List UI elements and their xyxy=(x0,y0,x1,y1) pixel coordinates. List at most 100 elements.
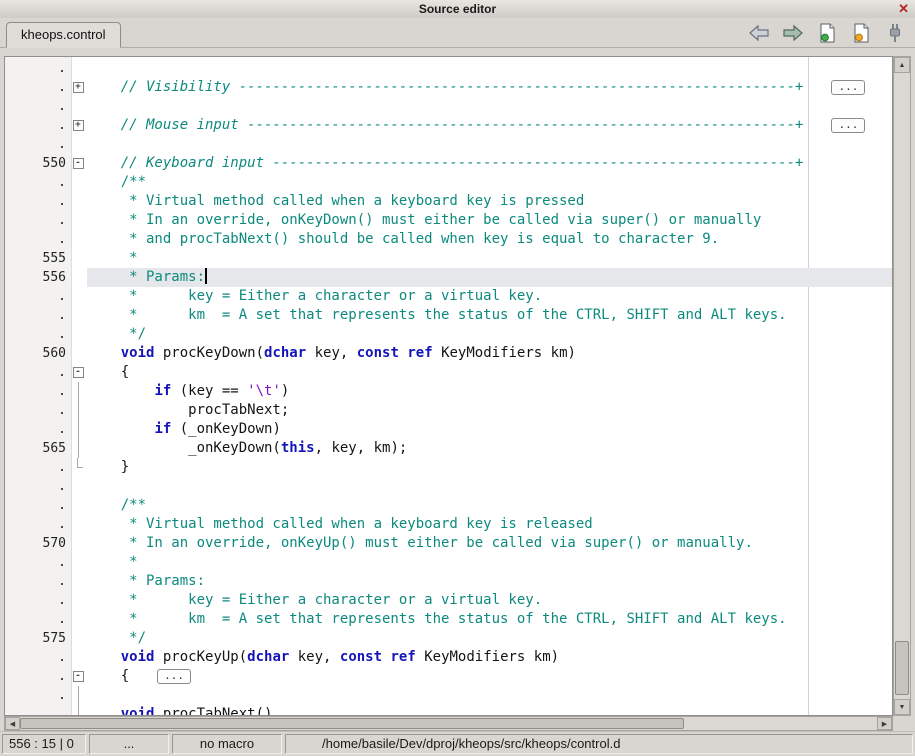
tab-kheops-control[interactable]: kheops.control xyxy=(6,22,121,48)
scroll-up-button[interactable]: ▲ xyxy=(894,57,910,73)
code-line[interactable]: 555 * xyxy=(5,249,892,268)
line-number: . xyxy=(5,648,69,667)
code-line[interactable]: . void procTabNext() xyxy=(5,705,892,716)
detach-editor-button[interactable] xyxy=(883,21,907,45)
save-file-button[interactable] xyxy=(815,21,839,45)
code-line[interactable]: . xyxy=(5,135,892,154)
code-line[interactable]: 565 _onKeyDown(this, key, km); xyxy=(5,439,892,458)
code-line[interactable]: . * key = Either a character or a virtua… xyxy=(5,591,892,610)
code-text: * In an override, onKeyDown() must eithe… xyxy=(87,211,892,230)
fold-margin xyxy=(69,705,87,716)
scroll-down-button[interactable]: ▼ xyxy=(894,699,910,715)
line-number: 565 xyxy=(5,439,69,458)
fold-margin xyxy=(69,97,87,116)
code-text: procTabNext; xyxy=(87,401,892,420)
code-line[interactable]: . * In an override, onKeyDown() must eit… xyxy=(5,211,892,230)
collapsed-fold-indicator[interactable]: ... xyxy=(157,669,191,684)
code-line[interactable]: .+ // Visibility -----------------------… xyxy=(5,78,892,97)
code-text: */ xyxy=(87,325,892,344)
code-line[interactable]: . */ xyxy=(5,325,892,344)
fold-margin xyxy=(69,648,87,667)
code-line[interactable]: . * and procTabNext() should be called w… xyxy=(5,230,892,249)
code-line[interactable]: . * xyxy=(5,553,892,572)
back-arrow-icon xyxy=(748,24,770,42)
code-line[interactable]: 556 * Params: xyxy=(5,268,892,287)
code-line[interactable]: . xyxy=(5,97,892,116)
line-number: . xyxy=(5,610,69,629)
code-line[interactable]: 550- // Keyboard input -----------------… xyxy=(5,154,892,173)
forward-arrow-icon xyxy=(782,24,804,42)
line-number: . xyxy=(5,135,69,154)
code-text: {... xyxy=(87,667,892,686)
code-line[interactable]: . * key = Either a character or a virtua… xyxy=(5,287,892,306)
tab-label: kheops.control xyxy=(21,27,106,42)
fold-margin xyxy=(69,534,87,553)
code-line[interactable]: .+ // Mouse input ----------------------… xyxy=(5,116,892,135)
line-number: 555 xyxy=(5,249,69,268)
fold-margin xyxy=(69,344,87,363)
code-line[interactable]: . * km = A set that represents the statu… xyxy=(5,610,892,629)
scroll-right-button[interactable]: ▶ xyxy=(877,717,892,730)
code-text: void procKeyUp(dchar key, const ref KeyM… xyxy=(87,648,892,667)
code-line[interactable]: . procTabNext; xyxy=(5,401,892,420)
code-line[interactable]: 570 * In an override, onKeyUp() must eit… xyxy=(5,534,892,553)
code-text: * Virtual method called when a keyboard … xyxy=(87,192,892,211)
fold-margin: - xyxy=(69,363,87,382)
code-line[interactable]: . /** xyxy=(5,173,892,192)
scroll-left-button[interactable]: ◀ xyxy=(5,717,20,730)
collapsed-fold-indicator[interactable]: ... xyxy=(831,80,865,95)
code-line[interactable]: . /** xyxy=(5,496,892,515)
code-line[interactable]: . xyxy=(5,686,892,705)
code-line[interactable]: . void procKeyUp(dchar key, const ref Ke… xyxy=(5,648,892,667)
code-line[interactable]: . xyxy=(5,59,892,78)
horizontal-scrollbar-thumb[interactable] xyxy=(20,718,684,729)
fold-collapse-icon[interactable]: - xyxy=(73,367,84,378)
collapsed-fold-indicator[interactable]: ... xyxy=(831,118,865,133)
vertical-scrollbar[interactable]: ▲ ▼ xyxy=(893,56,911,716)
horizontal-scrollbar[interactable]: ◀ ▶ xyxy=(4,716,893,731)
code-line[interactable]: 560 void procKeyDown(dchar key, const re… xyxy=(5,344,892,363)
line-number: . xyxy=(5,553,69,572)
code-line[interactable]: . * Virtual method called when a keyboar… xyxy=(5,192,892,211)
line-number: . xyxy=(5,686,69,705)
code-line[interactable]: . } xyxy=(5,458,892,477)
window-title: Source editor xyxy=(419,2,496,16)
fold-collapse-icon[interactable]: - xyxy=(73,158,84,169)
line-number: . xyxy=(5,420,69,439)
code-line[interactable]: .- { xyxy=(5,363,892,382)
code-line[interactable]: . if (_onKeyDown) xyxy=(5,420,892,439)
fold-expand-icon[interactable]: + xyxy=(73,120,84,131)
line-number: . xyxy=(5,59,69,78)
navigate-back-button[interactable] xyxy=(747,21,771,45)
text-cursor xyxy=(205,268,207,284)
code-line[interactable]: 575 */ xyxy=(5,629,892,648)
code-line[interactable]: . if (key == '\t') xyxy=(5,382,892,401)
fold-margin xyxy=(69,306,87,325)
line-number: . xyxy=(5,667,69,686)
editor-shell: ..+ // Visibility ----------------------… xyxy=(4,56,911,731)
save-file-as-button[interactable] xyxy=(849,21,873,45)
code-line[interactable]: . * km = A set that represents the statu… xyxy=(5,306,892,325)
fold-margin xyxy=(69,173,87,192)
fold-margin xyxy=(69,230,87,249)
code-text: * km = A set that represents the status … xyxy=(87,306,892,325)
code-line[interactable]: . * Params: xyxy=(5,572,892,591)
line-number: . xyxy=(5,173,69,192)
close-button[interactable]: ✕ xyxy=(898,0,909,18)
fold-margin xyxy=(69,439,87,458)
code-editor[interactable]: ..+ // Visibility ----------------------… xyxy=(4,56,893,716)
code-text: * Virtual method called when a keyboard … xyxy=(87,515,892,534)
line-number: . xyxy=(5,458,69,477)
line-number: . xyxy=(5,211,69,230)
code-line[interactable]: .- {... xyxy=(5,667,892,686)
vertical-scrollbar-thumb[interactable] xyxy=(895,641,909,695)
code-line[interactable]: . xyxy=(5,477,892,496)
detach-plug-icon xyxy=(889,23,901,43)
fold-collapse-icon[interactable]: - xyxy=(73,671,84,682)
status-bar: 556 : 15 | 0 ... no macro /home/basile/D… xyxy=(0,731,915,756)
code-text: // Mouse input -------------------------… xyxy=(87,116,892,135)
navigate-forward-button[interactable] xyxy=(781,21,805,45)
code-text xyxy=(87,97,892,116)
fold-expand-icon[interactable]: + xyxy=(73,82,84,93)
code-line[interactable]: . * Virtual method called when a keyboar… xyxy=(5,515,892,534)
